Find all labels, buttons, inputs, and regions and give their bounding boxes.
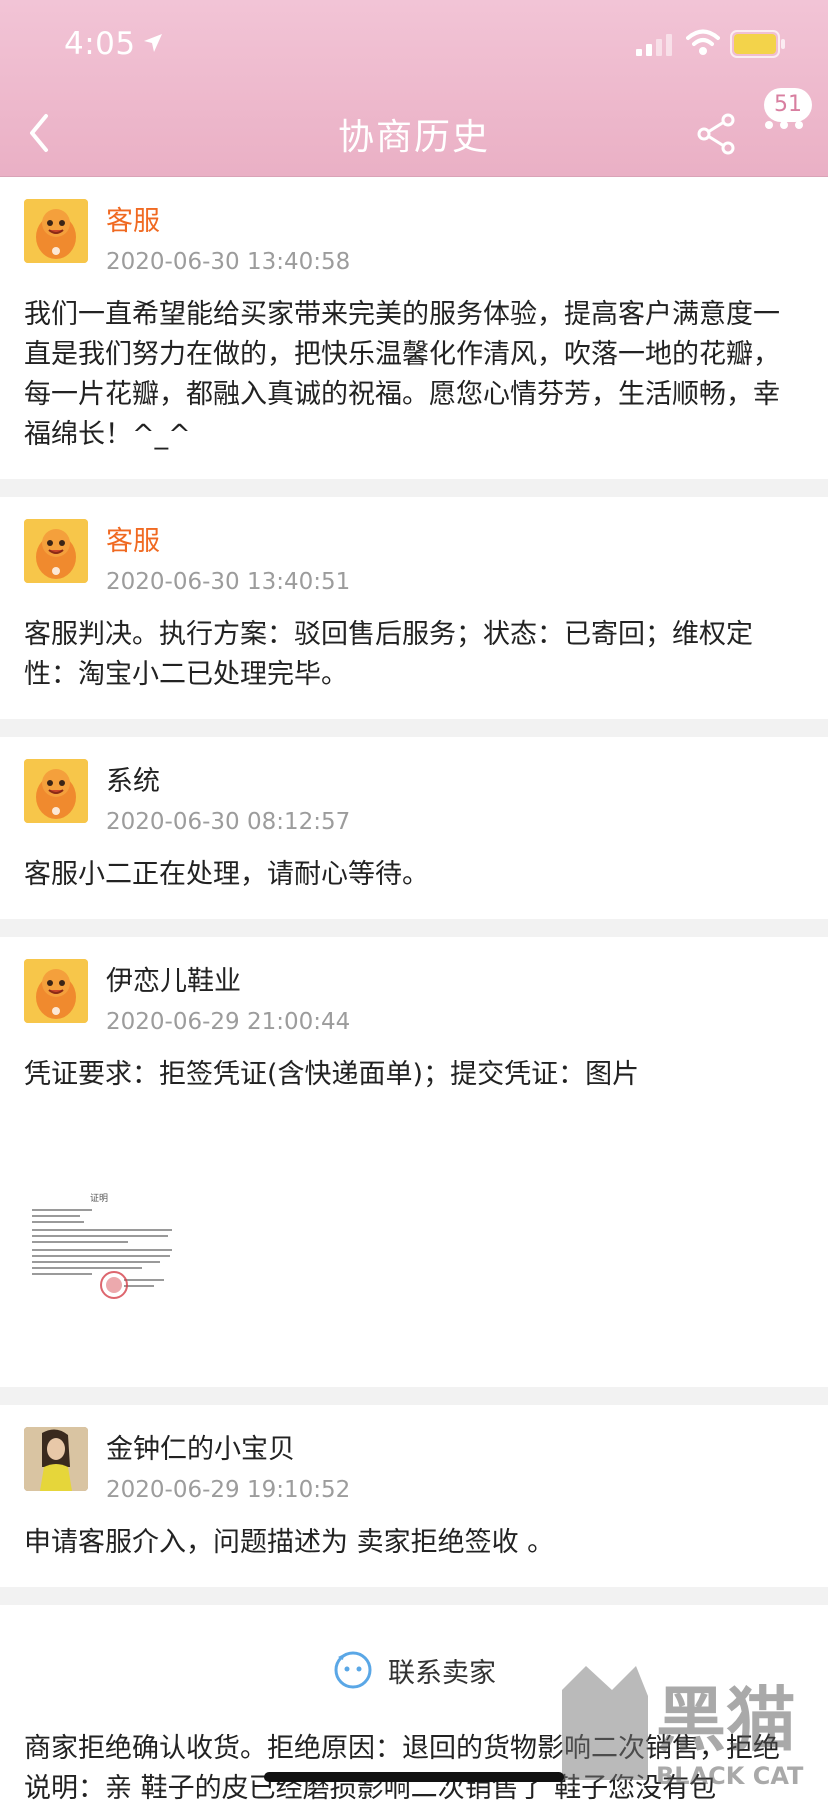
record-header: 伊恋儿鞋业 2020-06-29 21:00:44: [24, 959, 804, 1049]
record-header: 客服 2020-06-30 13:40:51: [24, 519, 804, 609]
home-indicator[interactable]: [264, 1772, 564, 1782]
wifi-icon: [686, 29, 720, 55]
history-record: 金钟仁的小宝贝 2020-06-29 19:10:52 申请客服介入，问题描述为…: [0, 1405, 828, 1605]
avatar: [24, 199, 88, 263]
nav-bar: 协商历史 51: [0, 88, 828, 176]
message-count-badge: 51: [764, 88, 812, 122]
avatar: [24, 759, 88, 823]
avatar: [24, 959, 88, 1023]
history-record: 客服 2020-06-30 13:40:51 客服判决。执行方案：驳回售后服务；…: [0, 497, 828, 737]
cat-logo-icon: [562, 1666, 648, 1780]
record-timestamp: 2020-06-29 19:10:52: [106, 1477, 351, 1503]
share-icon[interactable]: [694, 112, 738, 156]
watermark-text: 黑猫: [656, 1679, 796, 1761]
record-timestamp: 2020-06-30 13:40:58: [106, 249, 351, 275]
mascot-avatar-icon: [24, 199, 88, 263]
evidence-title: 证明: [90, 1193, 108, 1204]
status-bar: 4:05: [0, 0, 828, 90]
record-timestamp: 2020-06-30 13:40:51: [106, 569, 351, 595]
record-text: 客服判决。执行方案：驳回售后服务；状态：已寄回；维权定性：淘宝小二已处理完毕。: [24, 619, 753, 690]
evidence-document-thumbnail: 证明: [24, 1187, 184, 1307]
sender-name: 金钟仁的小宝贝: [106, 1434, 295, 1465]
contact-seller-label: 联系卖家: [388, 1657, 496, 1689]
user-photo-avatar-icon: [24, 1427, 88, 1491]
negotiation-history-list: 客服 2020-06-30 13:40:58 我们一直希望能给买家带来完美的服务…: [0, 177, 828, 1809]
record-timestamp: 2020-06-30 08:12:57: [106, 809, 351, 835]
header: 4:05 协商历史 51: [0, 0, 828, 177]
sender-name: 客服: [106, 526, 160, 557]
mascot-avatar-icon: [24, 959, 88, 1023]
record-timestamp: 2020-06-29 21:00:44: [106, 1009, 351, 1035]
location-arrow-icon: [144, 34, 162, 52]
record-text: 申请客服介入，问题描述为 卖家拒绝签收 。: [24, 1527, 555, 1558]
record-header: 金钟仁的小宝贝 2020-06-29 19:10:52: [24, 1427, 804, 1517]
blackcat-watermark: 黑猫 BLACK CAT: [556, 1660, 828, 1792]
mascot-avatar-icon: [24, 759, 88, 823]
history-record: 客服 2020-06-30 13:40:58 我们一直希望能给买家带来完美的服务…: [0, 177, 828, 497]
avatar: [24, 519, 88, 583]
sender-name: 系统: [106, 766, 160, 797]
mascot-avatar-icon: [24, 519, 88, 583]
signal-icon: [636, 34, 672, 56]
battery-icon: [730, 30, 785, 58]
evidence-image[interactable]: 证明: [24, 1187, 184, 1307]
record-text: 我们一直希望能给买家带来完美的服务体验，提高客户满意度一直是我们努力在做的，把快…: [24, 299, 780, 450]
sender-name: 客服: [106, 206, 160, 237]
watermark-subtext: BLACK CAT: [656, 1762, 804, 1790]
avatar: [24, 1427, 88, 1491]
record-header: 系统 2020-06-30 08:12:57: [24, 759, 804, 849]
record-text: 凭证要求：拒签凭证(含快递面单)；提交凭证：图片: [24, 1059, 640, 1090]
history-record: 伊恋儿鞋业 2020-06-29 21:00:44 凭证要求：拒签凭证(含快递面…: [0, 937, 828, 1405]
record-header: 客服 2020-06-30 13:40:58: [24, 199, 804, 289]
status-time: 4:05: [64, 26, 136, 62]
sender-name: 伊恋儿鞋业: [106, 966, 241, 997]
contact-seller-button[interactable]: 联系卖家: [332, 1649, 496, 1691]
chat-bubble-icon: [334, 1651, 372, 1689]
history-record: 系统 2020-06-30 08:12:57 客服小二正在处理，请耐心等待。: [0, 737, 828, 937]
record-text: 客服小二正在处理，请耐心等待。: [24, 859, 429, 890]
